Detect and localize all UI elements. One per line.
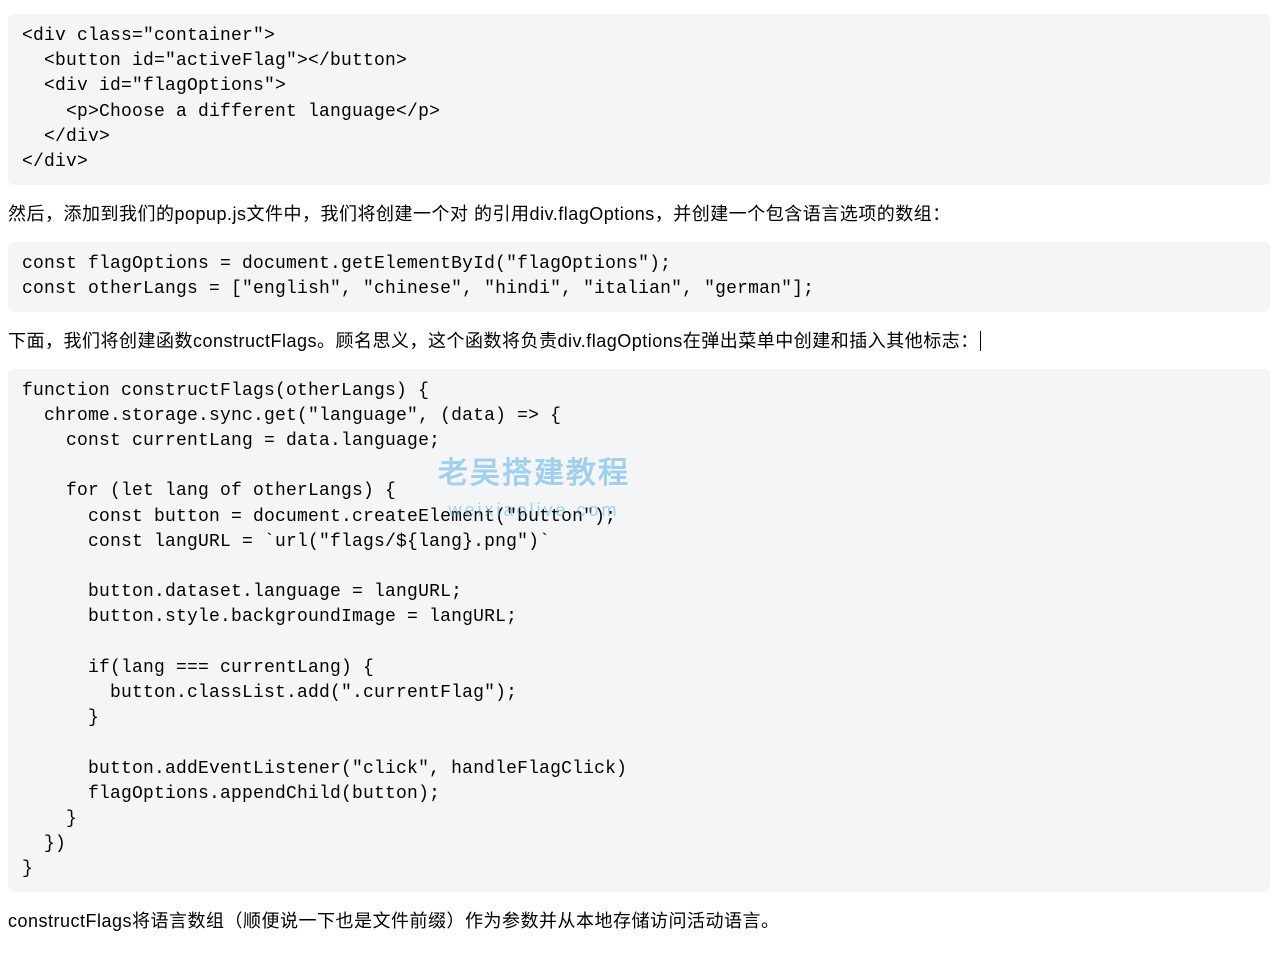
paragraph-2: 下面，我们将创建函数constructFlags。顾名思义，这个函数将负责div… xyxy=(8,326,1270,357)
code-block-2: const flagOptions = document.getElementB… xyxy=(8,242,1270,312)
paragraph-1: 然后，添加到我们的popup.js文件中，我们将创建一个对 的引用div.fla… xyxy=(8,199,1270,230)
text-cursor xyxy=(980,331,981,351)
code-block-3: function constructFlags(otherLangs) { ch… xyxy=(8,369,1270,893)
paragraph-2-text: 下面，我们将创建函数constructFlags。顾名思义，这个函数将负责div… xyxy=(8,331,979,351)
code-block-1: <div class="container"> <button id="acti… xyxy=(8,14,1270,185)
paragraph-3: constructFlags将语言数组（顺便说一下也是文件前缀）作为参数并从本地… xyxy=(8,906,1270,937)
